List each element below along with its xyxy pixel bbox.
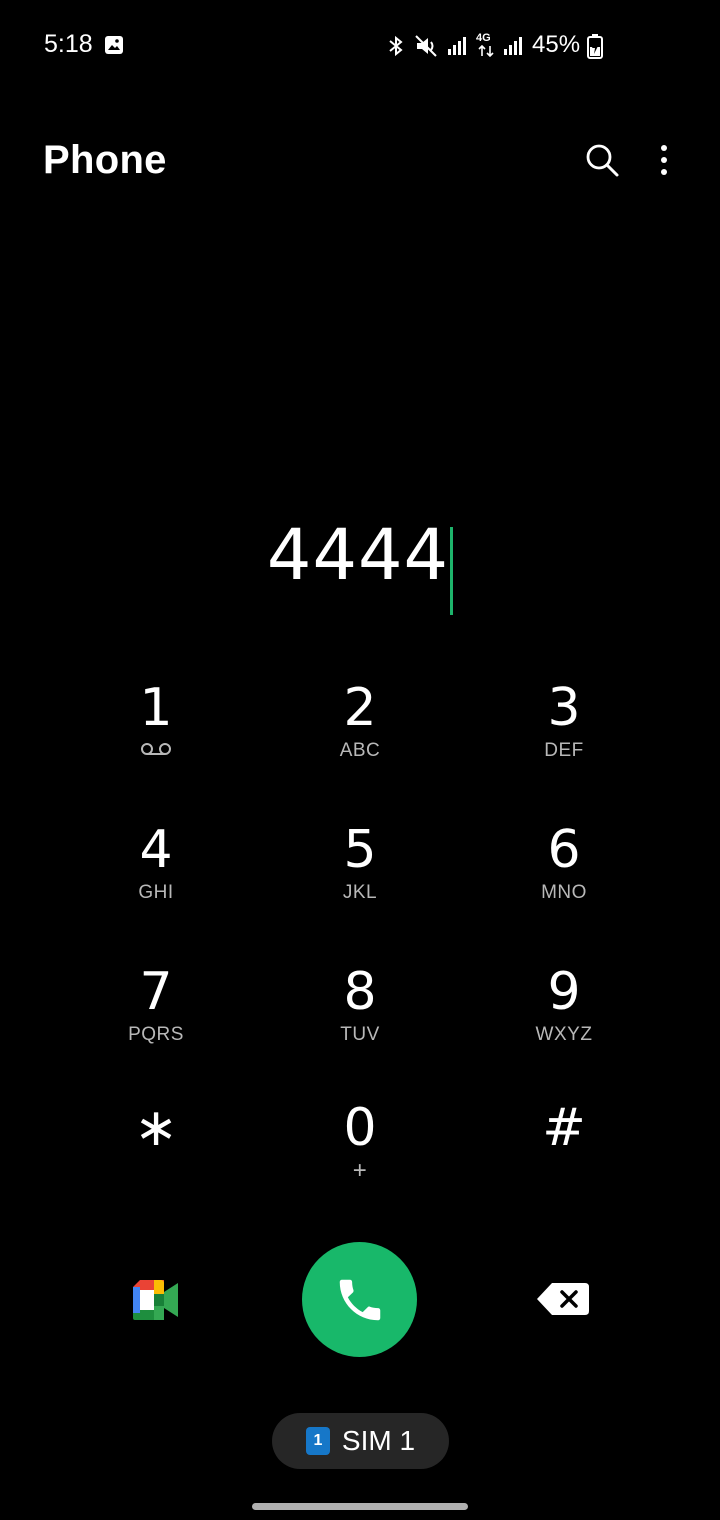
key-6[interactable]: 6 MNO <box>474 820 654 940</box>
key-letters: TUV <box>340 1024 380 1045</box>
key-star[interactable]: ∗ <box>66 1098 246 1218</box>
call-button[interactable] <box>302 1242 417 1357</box>
bluetooth-icon <box>389 35 403 57</box>
battery-percent: 45% <box>532 31 581 58</box>
battery-charging-icon <box>587 34 603 59</box>
key-letters: + <box>352 1157 368 1184</box>
key-hash[interactable]: # <box>474 1098 654 1218</box>
key-digit: # <box>542 1098 586 1158</box>
key-digit: 9 <box>547 962 581 1022</box>
backspace-icon[interactable] <box>536 1282 590 1316</box>
key-letters: ABC <box>339 740 381 761</box>
network-label: 4G <box>476 32 491 44</box>
key-7[interactable]: 7 PQRS <box>66 962 246 1082</box>
key-0[interactable]: 0 + <box>270 1098 450 1218</box>
key-letters: MNO <box>541 882 587 903</box>
key-3[interactable]: 3 DEF <box>474 678 654 798</box>
key-digit: ∗ <box>134 1098 178 1158</box>
key-letters: PQRS <box>128 1024 184 1045</box>
key-5[interactable]: 5 JKL <box>270 820 450 940</box>
text-cursor <box>450 526 454 615</box>
home-indicator[interactable] <box>252 1503 468 1510</box>
4g-icon: 4G <box>475 32 497 58</box>
key-letters: DEF <box>544 740 584 761</box>
sim-label: SIM 1 <box>341 1425 416 1456</box>
key-letters: GHI <box>138 882 174 903</box>
key-digit: 4 <box>139 820 173 880</box>
voicemail-icon <box>66 738 246 764</box>
more-vert-icon[interactable] <box>652 142 676 182</box>
key-1[interactable]: 1 <box>66 678 246 798</box>
google-meet-icon[interactable] <box>130 1278 182 1322</box>
dialed-number: 4444 <box>266 514 450 596</box>
key-4[interactable]: 4 GHI <box>66 820 246 940</box>
status-time: 5:18 <box>44 30 93 58</box>
key-digit: 0 <box>343 1098 377 1158</box>
sim-selector-button[interactable]: 1 SIM 1 <box>272 1413 449 1469</box>
key-8[interactable]: 8 TUV <box>270 962 450 1082</box>
key-digit: 8 <box>343 962 377 1022</box>
signal-icon <box>448 37 466 55</box>
status-bar: 5:18 4G 45% <box>0 0 720 90</box>
key-digit: 5 <box>343 820 377 880</box>
key-letters: WXYZ <box>535 1024 593 1045</box>
page-title: Phone <box>43 138 167 182</box>
key-letters: JKL <box>342 882 378 903</box>
key-digit: 2 <box>343 678 377 738</box>
key-digit: 7 <box>139 962 173 1022</box>
key-digit: 1 <box>139 678 173 738</box>
key-digit: 3 <box>547 678 581 738</box>
number-field[interactable]: 4444 <box>0 505 720 615</box>
sim-card-icon: 1 <box>305 1427 330 1455</box>
key-9[interactable]: 9 WXYZ <box>474 962 654 1082</box>
signal-icon <box>504 37 522 55</box>
mute-icon <box>415 35 437 57</box>
key-digit: 6 <box>547 820 581 880</box>
gallery-icon <box>105 36 123 54</box>
key-2[interactable]: 2 ABC <box>270 678 450 798</box>
phone-icon <box>339 1279 380 1320</box>
search-icon[interactable] <box>584 142 620 178</box>
